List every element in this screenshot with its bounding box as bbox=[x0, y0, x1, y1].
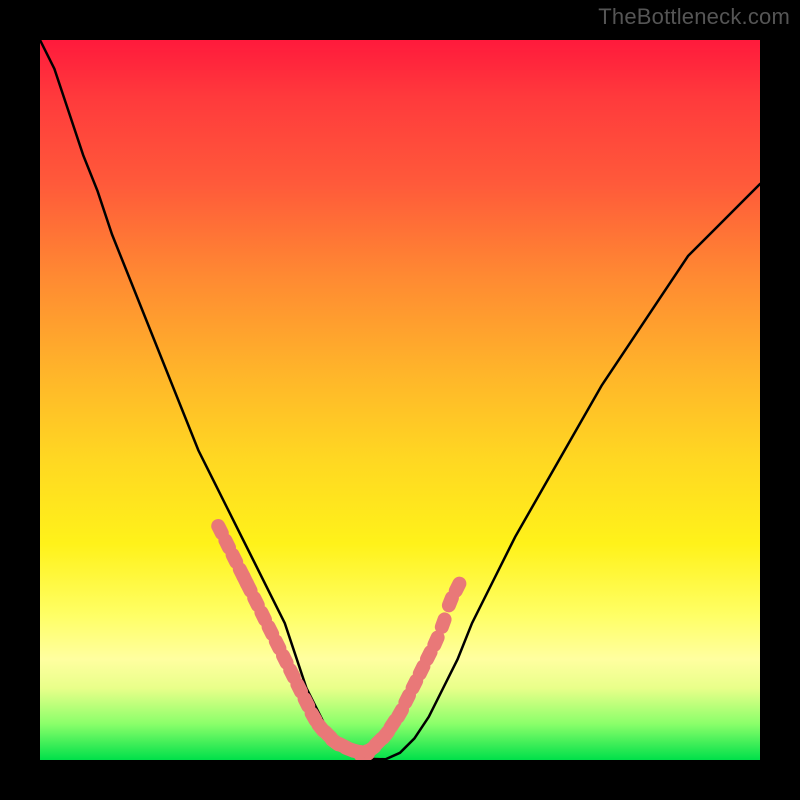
marker-series-left bbox=[209, 517, 376, 760]
bottleneck-curve bbox=[40, 40, 760, 759]
watermark-text: TheBottleneck.com bbox=[598, 4, 790, 30]
chart-svg bbox=[40, 40, 760, 760]
plot-area bbox=[40, 40, 760, 760]
chart-frame: TheBottleneck.com bbox=[0, 0, 800, 800]
marker-series-right bbox=[351, 574, 469, 760]
